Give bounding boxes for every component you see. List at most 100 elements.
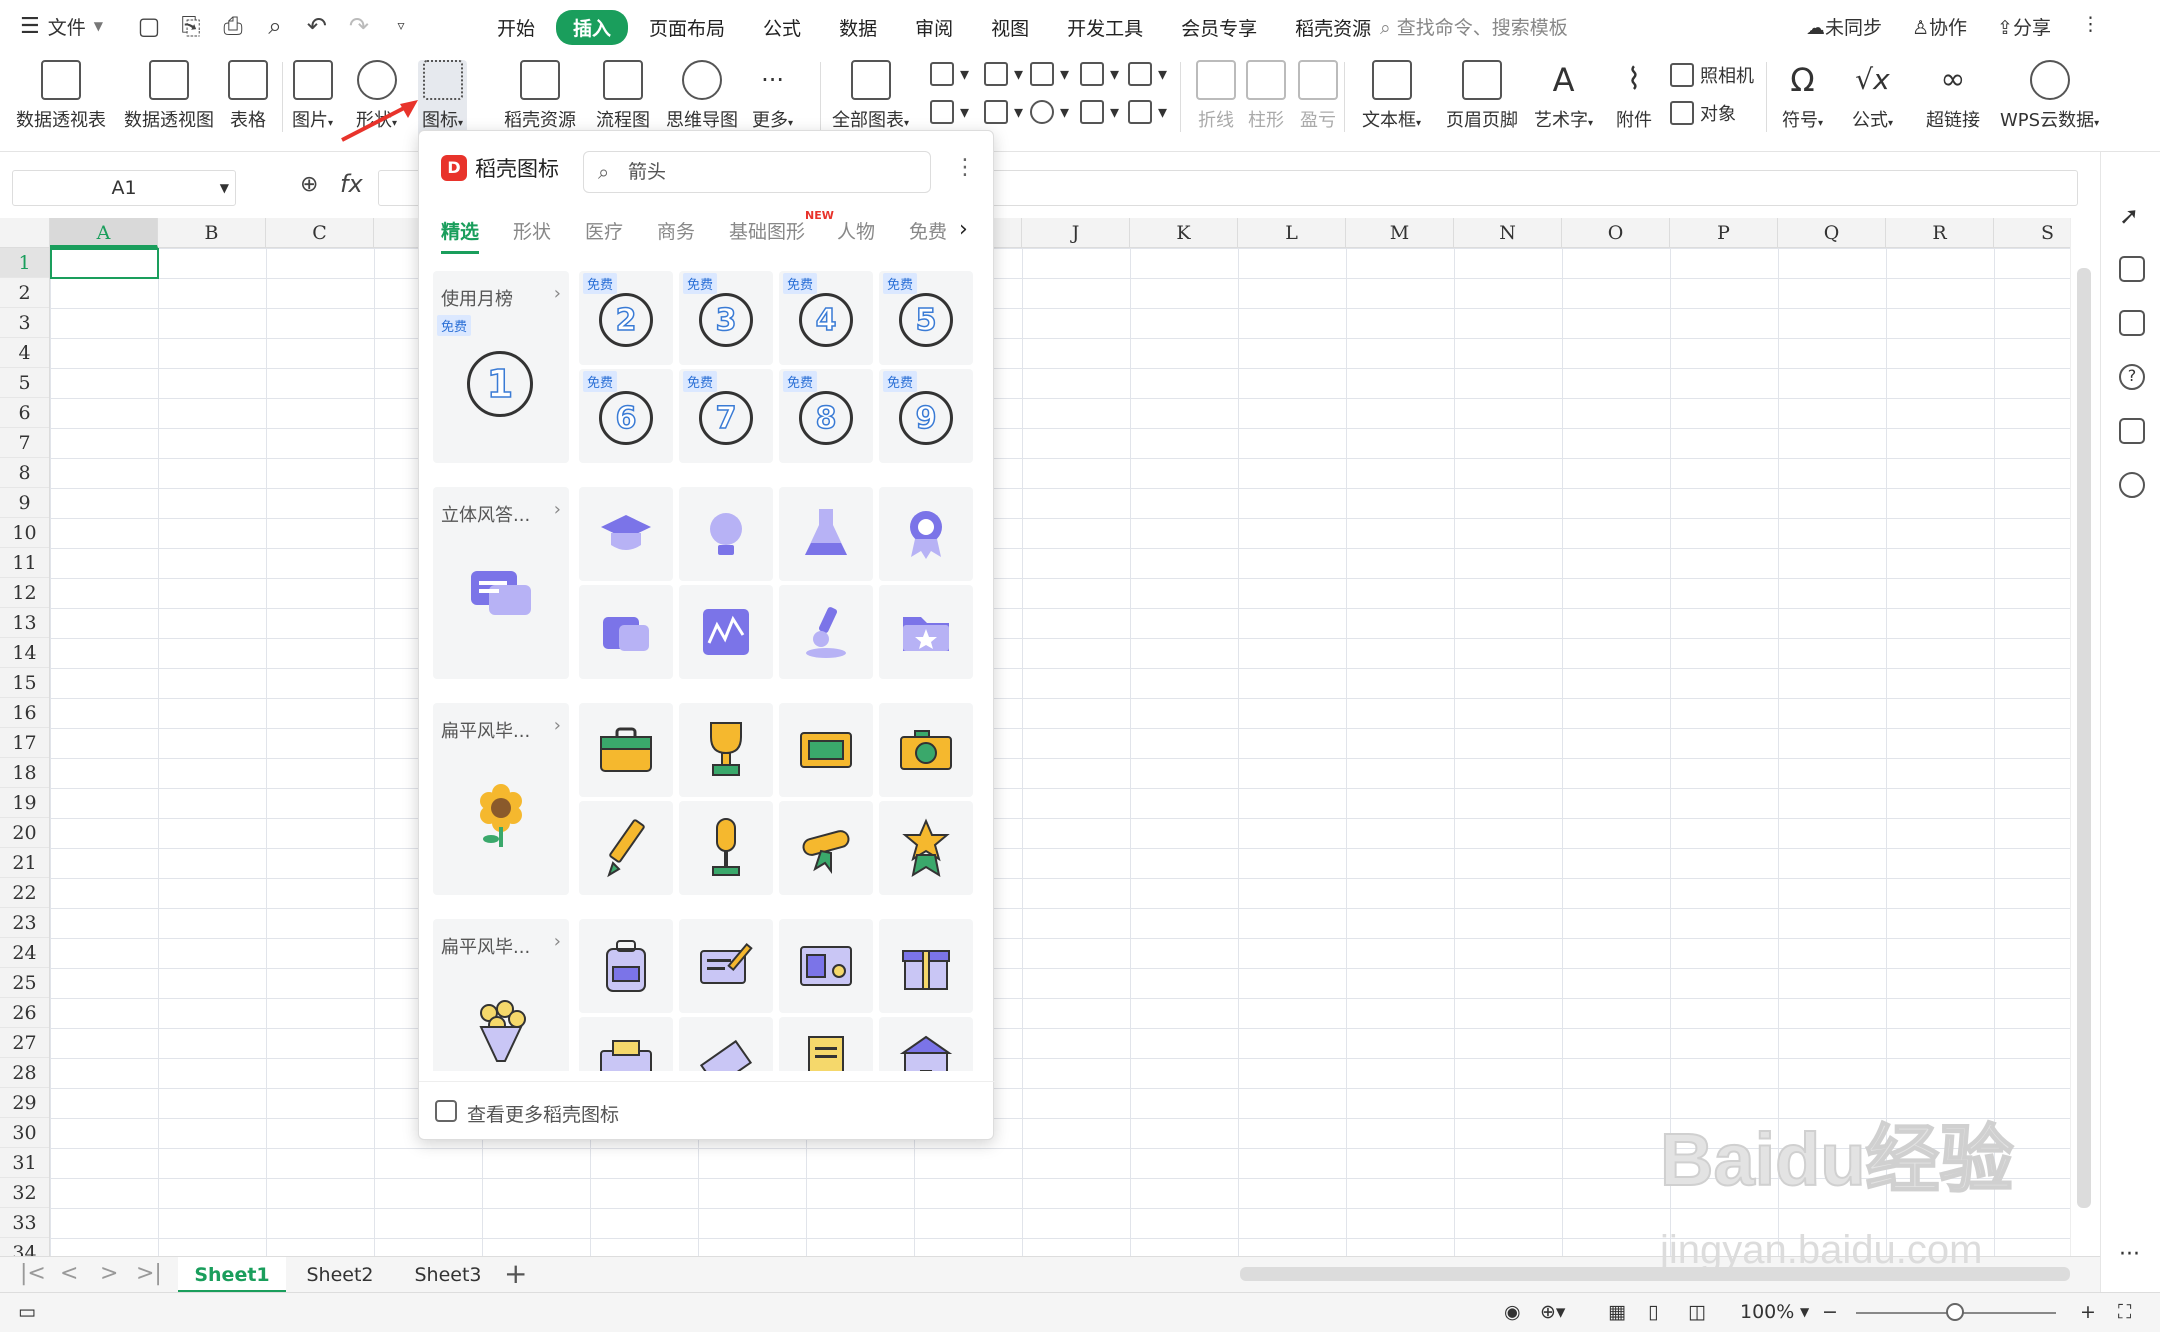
object-button[interactable]: 对象 (1670, 100, 1736, 126)
tab-home[interactable]: 开始 (480, 10, 552, 45)
zoom-in-icon[interactable]: + (2080, 1301, 2096, 1323)
selected-cell[interactable] (50, 248, 159, 279)
row-header[interactable]: 10 (0, 518, 49, 548)
macro-icon[interactable]: ▭ (18, 1301, 36, 1323)
save-icon[interactable]: ▢ (133, 10, 165, 42)
combo-chart-dropdown[interactable]: ▾ (984, 100, 1023, 124)
icon-cell[interactable] (779, 801, 873, 895)
page-break-view-icon[interactable]: ◫ (1688, 1301, 1706, 1323)
chevron-down-icon[interactable]: ▼ (1800, 1305, 1809, 1319)
icon-cell[interactable] (679, 703, 773, 797)
share-button[interactable]: ⇪分享 (1997, 13, 2051, 40)
row-header[interactable]: 18 (0, 758, 49, 788)
tab-free[interactable]: 免费 (909, 217, 947, 244)
tab-shapes[interactable]: 形状 (513, 217, 551, 244)
tab-member[interactable]: 会员专享 (1164, 10, 1274, 45)
collab-button[interactable]: ♙协作 (1912, 13, 1967, 40)
zoom-level[interactable]: 100% (1740, 1301, 1794, 1323)
scrollbar-thumb[interactable] (2077, 268, 2091, 1208)
row-header[interactable]: 9 (0, 488, 49, 518)
icon-cell[interactable] (779, 1017, 873, 1071)
preview-icon[interactable]: ⌕ (259, 10, 291, 42)
icon-search-input[interactable]: ⌕ 箭头 (583, 151, 931, 193)
column-header[interactable]: B (158, 218, 266, 248)
zoom-out-icon[interactable]: − (1822, 1301, 1838, 1323)
icon-cell[interactable]: 免费 5 (879, 271, 973, 365)
scatter-chart-dropdown[interactable]: ▾ (1080, 100, 1119, 124)
icon-cell[interactable] (679, 919, 773, 1013)
row-header[interactable]: 2 (0, 278, 49, 308)
column-header[interactable]: J (1022, 218, 1130, 248)
icon-cell[interactable] (879, 801, 973, 895)
category-flat-graduation-2[interactable]: 扁平风毕... › (433, 919, 569, 1071)
icon-cell[interactable] (579, 585, 673, 679)
row-header[interactable]: 24 (0, 938, 49, 968)
icon-cell[interactable] (679, 585, 773, 679)
tab-developer[interactable]: 开发工具 (1050, 10, 1160, 45)
wordart-button[interactable]: A 艺术字▾ (1534, 60, 1593, 132)
last-sheet-icon[interactable]: >| (136, 1261, 162, 1286)
hyperlink-button[interactable]: ∞ 超链接 (1926, 60, 1980, 132)
row-header[interactable]: 23 (0, 908, 49, 938)
view-more-icons-link[interactable]: 查看更多稻壳图标 (467, 1100, 619, 1127)
sheet-tab[interactable]: Sheet3 (394, 1257, 502, 1293)
tab-formulas[interactable]: 公式 (746, 10, 818, 45)
daoke-resources-button[interactable]: 稻壳资源 (504, 60, 576, 132)
row-header[interactable]: 33 (0, 1208, 49, 1238)
row-header[interactable]: 17 (0, 728, 49, 758)
column-header[interactable]: M (1346, 218, 1454, 248)
header-footer-button[interactable]: 页眉页脚 (1446, 60, 1518, 132)
prev-sheet-icon[interactable]: < (60, 1261, 78, 1286)
column-chart-dropdown[interactable]: ▾ (930, 62, 969, 86)
tab-featured[interactable]: 精选 (441, 217, 480, 254)
icon-cell[interactable] (779, 919, 873, 1013)
category-monthly-ranking[interactable]: 使用月榜 › 免费 1 (433, 271, 569, 463)
more-icon[interactable]: ⋮ (2081, 13, 2100, 40)
mindmap-button[interactable]: 思维导图 (666, 60, 738, 132)
select-all-corner[interactable] (0, 218, 50, 248)
row-header[interactable]: 26 (0, 998, 49, 1028)
tab-medical[interactable]: 医疗 (585, 217, 623, 244)
textbox-button[interactable]: 文本框▾ (1362, 60, 1421, 132)
print-icon[interactable]: ⎙ (217, 10, 249, 42)
icon-cell[interactable] (579, 703, 673, 797)
command-search[interactable]: ⌕ 查找命令、搜索模板 (1380, 13, 1568, 40)
category-3d-style[interactable]: 立体风答... › (433, 487, 569, 679)
eye-protect-icon[interactable]: ◉ (1504, 1301, 1521, 1323)
icon-cell[interactable]: 免费 6 (579, 369, 673, 463)
camera-button[interactable]: 照相机 (1670, 62, 1754, 88)
row-header[interactable]: 30 (0, 1118, 49, 1148)
column-header[interactable]: A (50, 218, 158, 248)
more-icon[interactable]: ··· (2119, 1242, 2145, 1268)
icon-cell[interactable] (779, 487, 873, 581)
customize-icon[interactable]: ▿ (385, 10, 417, 42)
help-icon[interactable]: ? (2119, 364, 2145, 390)
radar-chart-dropdown[interactable]: ▾ (1080, 62, 1119, 86)
row-header[interactable]: 3 (0, 308, 49, 338)
icon-cell[interactable] (679, 487, 773, 581)
icon-cell[interactable] (879, 585, 973, 679)
area-chart-dropdown[interactable]: ▾ (930, 100, 969, 124)
icon-cell[interactable] (779, 703, 873, 797)
fullscreen-icon[interactable]: ⛶ (2118, 1301, 2131, 1323)
column-header[interactable]: P (1670, 218, 1778, 248)
icon-cell[interactable] (879, 703, 973, 797)
table-button[interactable]: 表格 (228, 60, 268, 132)
redo-icon[interactable]: ↷ (343, 10, 375, 42)
pivot-table-button[interactable]: 数据透视表 (16, 60, 106, 132)
column-header[interactable]: Q (1778, 218, 1886, 248)
icon-cell[interactable] (679, 1017, 773, 1071)
tabs-next-icon[interactable]: › (959, 217, 968, 242)
row-header[interactable]: 19 (0, 788, 49, 818)
icon-cell[interactable]: 免费 4 (779, 271, 873, 365)
wps-data-button[interactable]: WPS云数据▾ (2000, 60, 2099, 132)
flowchart-button[interactable]: 流程图 (596, 60, 650, 132)
icon-cell[interactable] (879, 919, 973, 1013)
tab-review[interactable]: 审阅 (898, 10, 970, 45)
column-header[interactable]: L (1238, 218, 1346, 248)
row-header[interactable]: 1 (0, 248, 49, 278)
row-header[interactable]: 12 (0, 578, 49, 608)
next-sheet-icon[interactable]: > (100, 1261, 118, 1286)
zoom-slider-knob[interactable] (1946, 1303, 1964, 1321)
row-header[interactable]: 8 (0, 458, 49, 488)
